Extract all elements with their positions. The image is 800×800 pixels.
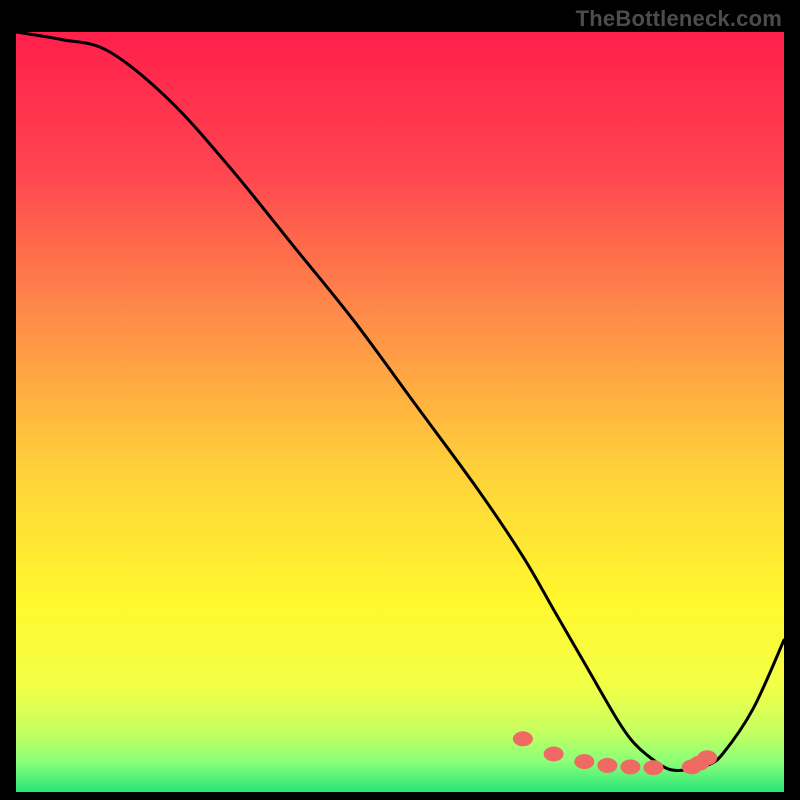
marker-dot — [544, 747, 564, 762]
marker-dot — [620, 759, 640, 774]
chart-background — [16, 32, 784, 792]
marker-dot — [513, 731, 533, 746]
marker-dot — [643, 760, 663, 775]
marker-dot — [597, 758, 617, 773]
marker-dot — [574, 754, 594, 769]
marker-dot — [697, 750, 717, 765]
chart-frame — [16, 32, 784, 792]
watermark-text: TheBottleneck.com — [576, 6, 782, 32]
chart-svg — [16, 32, 784, 792]
